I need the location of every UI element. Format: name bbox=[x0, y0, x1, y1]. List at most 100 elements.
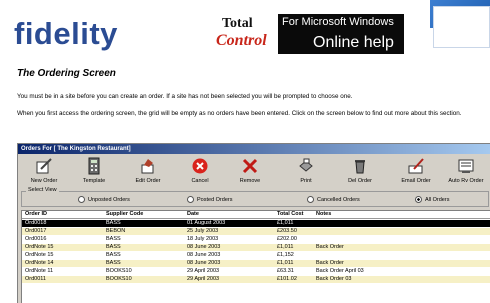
pencil-paper-icon bbox=[36, 158, 52, 174]
col-date[interactable]: Date bbox=[187, 211, 199, 218]
cell-supplier: BASS bbox=[106, 220, 121, 226]
orders-window[interactable]: Orders For [ The Kingston Restaurant] Ne… bbox=[17, 143, 490, 303]
table-row[interactable]: OrdNote 14 BASS 08 June 2003 £1,011 Back Ord… bbox=[22, 260, 490, 267]
select-view-legend: Select View bbox=[26, 187, 59, 193]
radio-label: Posted Orders bbox=[197, 196, 233, 203]
new-order-label: New Order bbox=[30, 178, 58, 184]
radio-label: Cancelled Orders bbox=[317, 196, 360, 203]
help-line2: Online help bbox=[313, 34, 394, 51]
radio-icon bbox=[187, 196, 194, 203]
template-button[interactable]: Template bbox=[72, 157, 116, 189]
cell-supplier: BOOKS10 bbox=[106, 268, 132, 274]
cell-date: 08 June 2003 bbox=[187, 252, 221, 258]
cell-supplier: BOOKS10 bbox=[106, 276, 132, 282]
table-row[interactable]: Ord0017 BEBON 25 July 2003 £203.50 bbox=[22, 228, 490, 235]
print-icon bbox=[299, 158, 313, 172]
grid-header-row: Order ID Supplier Code Date Total Cost N… bbox=[22, 211, 490, 219]
col-total-cost[interactable]: Total Cost bbox=[277, 211, 303, 218]
edit-order-label: Edit Order bbox=[135, 178, 161, 184]
radio-icon bbox=[307, 196, 314, 203]
online-help-banner: For Microsoft Windows Online help bbox=[278, 14, 404, 54]
total-control-line2: Control bbox=[216, 32, 267, 49]
cell-order-id: Ord0011 bbox=[25, 276, 46, 282]
table-row[interactable]: Ord0016 BASS 18 July 2003 £202.00 bbox=[22, 236, 490, 243]
header: fidelity Total Control For Microsoft Win… bbox=[0, 0, 430, 58]
help-page: fidelity Total Control For Microsoft Win… bbox=[0, 0, 490, 303]
cell-date: 08 June 2003 bbox=[187, 244, 221, 250]
cell-order-id: Ord0017 bbox=[25, 228, 47, 234]
page-title: The Ordering Screen bbox=[17, 68, 116, 79]
cell-supplier: BASS bbox=[106, 260, 121, 266]
remove-button[interactable]: Remove bbox=[228, 157, 272, 189]
new-order-button[interactable]: New Order bbox=[22, 157, 66, 189]
cell-cost: £63.31 bbox=[277, 268, 294, 274]
instructions-paragraph: When you first access the ordering scree… bbox=[17, 110, 462, 117]
print-button[interactable]: Print bbox=[284, 157, 328, 189]
auto-order-icon bbox=[458, 159, 474, 173]
table-row[interactable]: Ord0011 BOOKS10 29 April 2003 £101.02 Back O… bbox=[22, 276, 490, 283]
cell-cost: £1,011 bbox=[277, 220, 294, 226]
cell-date: 01 August 2003 bbox=[187, 220, 226, 226]
cell-order-id: OrdNote 15 bbox=[25, 252, 54, 258]
cell-order-id: OrdNote 11 bbox=[25, 268, 54, 274]
cell-notes: Back Order April 03 bbox=[316, 268, 364, 274]
calculator-icon bbox=[88, 157, 100, 175]
cancel-label: Cancel bbox=[191, 178, 209, 184]
cell-notes: Back Order bbox=[316, 260, 344, 266]
table-row[interactable]: OrdNote 11 BOOKS10 29 April 2003 £63.31 Back… bbox=[22, 268, 490, 275]
radio-label: Unposted Orders bbox=[88, 196, 130, 203]
orders-grid[interactable]: Order ID Supplier Code Date Total Cost N… bbox=[21, 210, 490, 303]
radio-label: All Orders bbox=[425, 196, 450, 203]
cancel-icon bbox=[192, 158, 208, 174]
remove-x-icon bbox=[242, 158, 258, 174]
cell-cost: £203.50 bbox=[277, 228, 297, 234]
edit-hand-icon bbox=[141, 159, 154, 174]
remove-label: Remove bbox=[239, 178, 261, 184]
col-supplier-code[interactable]: Supplier Code bbox=[106, 211, 143, 218]
email-icon bbox=[408, 158, 424, 174]
edit-order-button[interactable]: Edit Order bbox=[126, 157, 170, 189]
col-order-id[interactable]: Order ID bbox=[25, 211, 47, 218]
col-notes[interactable]: Notes bbox=[316, 211, 331, 218]
radio-cancelled-orders[interactable]: Cancelled Orders bbox=[307, 196, 360, 203]
radio-icon bbox=[78, 196, 85, 203]
total-control-logo: Total Control bbox=[214, 14, 276, 56]
radio-all-orders[interactable]: All Orders bbox=[415, 196, 449, 203]
cell-cost: £1,152 bbox=[277, 252, 294, 258]
intro-paragraph: You must be in a site before you can cre… bbox=[17, 93, 353, 100]
table-row[interactable]: Ord0018 BASS 01 August 2003 £1,011 bbox=[22, 220, 490, 227]
email-order-button[interactable]: Email Order bbox=[394, 157, 438, 189]
cell-supplier: BASS bbox=[106, 252, 121, 258]
radio-posted-orders[interactable]: Posted Orders bbox=[187, 196, 232, 203]
cell-notes: Back Order 03 bbox=[316, 276, 352, 282]
cell-notes: Back Order bbox=[316, 244, 344, 250]
cancel-button[interactable]: Cancel bbox=[178, 157, 222, 189]
toolbar: New Order Template Edit Order Cancel Rem… bbox=[18, 155, 490, 189]
table-row[interactable]: OrdNote 15 BASS 08 June 2003 £1,011 Back Ord… bbox=[22, 244, 490, 251]
cell-date: 29 April 2003 bbox=[187, 268, 220, 274]
total-control-line1: Total bbox=[222, 16, 253, 31]
del-order-label: Del Order bbox=[348, 178, 372, 184]
cell-order-id: OrdNote 15 bbox=[25, 244, 54, 250]
radio-unposted-orders[interactable]: Unposted Orders bbox=[78, 196, 130, 203]
table-row[interactable]: OrdNote 15 BASS 08 June 2003 £1,152 bbox=[22, 252, 490, 259]
auto-order-label: Auto Rv Order bbox=[448, 178, 484, 184]
cell-supplier: BEBON bbox=[106, 228, 126, 234]
cell-date: 25 July 2003 bbox=[187, 228, 219, 234]
cell-cost: £101.02 bbox=[277, 276, 297, 282]
del-order-button[interactable]: Del Order bbox=[338, 157, 382, 189]
cell-supplier: BASS bbox=[106, 236, 121, 242]
cell-date: 29 April 2003 bbox=[187, 276, 220, 282]
cell-date: 08 June 2003 bbox=[187, 260, 221, 266]
fidelity-logo: fidelity bbox=[14, 16, 118, 51]
auto-order-button[interactable]: Auto Rv Order bbox=[444, 157, 488, 189]
cell-cost: £1,011 bbox=[277, 260, 294, 266]
template-label: Template bbox=[82, 178, 106, 184]
cell-order-id: OrdNote 14 bbox=[25, 260, 54, 266]
corner-card bbox=[433, 6, 490, 48]
print-label: Print bbox=[300, 178, 312, 184]
cell-order-id: Ord0018 bbox=[25, 220, 47, 226]
window-title: Orders For [ The Kingston Restaurant] bbox=[18, 144, 490, 154]
cell-cost: £202.00 bbox=[277, 236, 297, 242]
help-line1: For Microsoft Windows bbox=[282, 16, 394, 28]
